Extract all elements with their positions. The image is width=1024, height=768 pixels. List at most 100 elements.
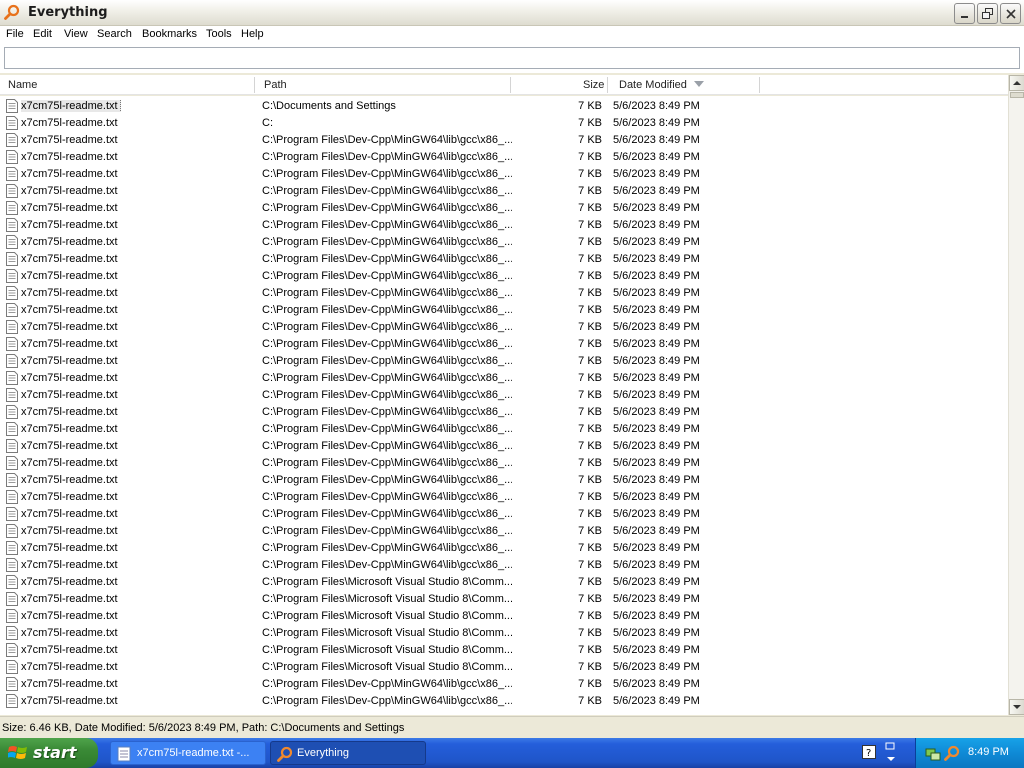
close-button[interactable] [1000, 3, 1021, 24]
column-size[interactable]: Size [583, 75, 604, 95]
text-file-icon [6, 116, 18, 130]
table-row[interactable]: x7cm75l-readme.txt C: 7 KB 5/6/2023 8:49 PM [0, 115, 1008, 132]
minimize-button[interactable] [954, 3, 975, 24]
table-row[interactable]: x7cm75l-readme.txt C:\Program Files\Micro… [0, 574, 1008, 591]
column-date-modified[interactable]: Date Modified [619, 75, 687, 95]
table-row[interactable]: x7cm75l-readme.txt C:\Program Files\Dev-C… [0, 455, 1008, 472]
file-date-modified: 5/6/2023 8:49 PM [613, 559, 700, 571]
table-row[interactable]: x7cm75l-readme.txt C:\Program Files\Dev-C… [0, 472, 1008, 489]
taskbar-item-everything[interactable]: Everything [270, 741, 426, 765]
column-divider[interactable] [607, 77, 608, 93]
table-row[interactable]: x7cm75l-readme.txt C:\Program Files\Micro… [0, 625, 1008, 642]
network-icon[interactable] [925, 745, 941, 761]
table-row[interactable]: x7cm75l-readme.txt C:\Program Files\Dev-C… [0, 285, 1008, 302]
table-row[interactable]: x7cm75l-readme.txt C:\Program Files\Dev-C… [0, 217, 1008, 234]
file-date-modified: 5/6/2023 8:49 PM [613, 202, 700, 214]
table-row[interactable]: x7cm75l-readme.txt C:\Program Files\Dev-C… [0, 166, 1008, 183]
file-size: 7 KB [578, 338, 602, 350]
table-row[interactable]: x7cm75l-readme.txt C:\Program Files\Dev-C… [0, 302, 1008, 319]
file-size: 7 KB [578, 542, 602, 554]
scrollbar-thumb[interactable] [1010, 92, 1024, 98]
table-row[interactable]: x7cm75l-readme.txt C:\Documents and Setti… [0, 98, 1008, 115]
file-size: 7 KB [578, 627, 602, 639]
file-path: C: [262, 117, 273, 129]
file-name: x7cm75l-readme.txt [21, 695, 118, 707]
file-date-modified: 5/6/2023 8:49 PM [613, 491, 700, 503]
menu-help[interactable]: Help [241, 28, 264, 40]
file-name: x7cm75l-readme.txt [21, 678, 118, 690]
file-size: 7 KB [578, 321, 602, 333]
table-row[interactable]: x7cm75l-readme.txt C:\Program Files\Dev-C… [0, 540, 1008, 557]
table-row[interactable]: x7cm75l-readme.txt C:\Program Files\Dev-C… [0, 438, 1008, 455]
chevron-down-icon[interactable] [884, 742, 898, 764]
clock[interactable]: 8:49 PM [968, 746, 1009, 758]
table-row[interactable]: x7cm75l-readme.txt C:\Program Files\Micro… [0, 659, 1008, 676]
column-name[interactable]: Name [8, 75, 37, 95]
file-date-modified: 5/6/2023 8:49 PM [613, 406, 700, 418]
file-name: x7cm75l-readme.txt [21, 542, 118, 554]
table-row[interactable]: x7cm75l-readme.txt C:\Program Files\Dev-C… [0, 693, 1008, 710]
file-date-modified: 5/6/2023 8:49 PM [613, 219, 700, 231]
table-row[interactable]: x7cm75l-readme.txt C:\Program Files\Dev-C… [0, 489, 1008, 506]
taskbar-item-notepad[interactable]: x7cm75l-readme.txt -... [110, 741, 266, 765]
table-row[interactable]: x7cm75l-readme.txt C:\Program Files\Dev-C… [0, 421, 1008, 438]
file-path: C:\Program Files\Dev-Cpp\MinGW64\lib\gcc… [262, 355, 512, 367]
menu-edit[interactable]: Edit [33, 28, 52, 40]
table-row[interactable]: x7cm75l-readme.txt C:\Program Files\Micro… [0, 608, 1008, 625]
menu-search[interactable]: Search [97, 28, 132, 40]
file-path: C:\Program Files\Microsoft Visual Studio… [262, 610, 512, 622]
table-row[interactable]: x7cm75l-readme.txt C:\Program Files\Dev-C… [0, 404, 1008, 421]
scroll-up-button[interactable] [1009, 75, 1024, 91]
file-size: 7 KB [578, 678, 602, 690]
menu-tools[interactable]: Tools [206, 28, 232, 40]
column-divider[interactable] [510, 77, 511, 93]
table-row[interactable]: x7cm75l-readme.txt C:\Program Files\Dev-C… [0, 523, 1008, 540]
search-input[interactable] [4, 47, 1020, 69]
table-row[interactable]: x7cm75l-readme.txt C:\Program Files\Dev-C… [0, 149, 1008, 166]
vertical-scrollbar[interactable] [1008, 75, 1024, 715]
svg-text:?: ? [866, 748, 871, 759]
file-path: C:\Program Files\Dev-Cpp\MinGW64\lib\gcc… [262, 236, 512, 248]
table-row[interactable]: x7cm75l-readme.txt C:\Program Files\Dev-C… [0, 370, 1008, 387]
table-row[interactable]: x7cm75l-readme.txt C:\Program Files\Dev-C… [0, 387, 1008, 404]
table-row[interactable]: x7cm75l-readme.txt C:\Program Files\Dev-C… [0, 251, 1008, 268]
file-name: x7cm75l-readme.txt [21, 100, 251, 112]
file-date-modified: 5/6/2023 8:49 PM [613, 304, 700, 316]
column-path[interactable]: Path [264, 75, 287, 95]
text-file-icon [6, 592, 18, 606]
start-button[interactable]: start [0, 738, 98, 768]
menu-view[interactable]: View [64, 28, 88, 40]
scroll-down-button[interactable] [1009, 699, 1024, 715]
help-icon[interactable]: ? [862, 745, 876, 759]
file-name: x7cm75l-readme.txt [21, 440, 118, 452]
column-divider[interactable] [759, 77, 760, 93]
table-row[interactable]: x7cm75l-readme.txt C:\Program Files\Dev-C… [0, 676, 1008, 693]
file-name: x7cm75l-readme.txt [21, 457, 118, 469]
column-divider[interactable] [254, 77, 255, 93]
restore-button[interactable] [977, 3, 998, 24]
menu-bookmarks[interactable]: Bookmarks [142, 28, 197, 40]
table-row[interactable]: x7cm75l-readme.txt C:\Program Files\Dev-C… [0, 557, 1008, 574]
table-row[interactable]: x7cm75l-readme.txt C:\Program Files\Dev-C… [0, 234, 1008, 251]
file-path: C:\Program Files\Dev-Cpp\MinGW64\lib\gcc… [262, 389, 512, 401]
table-row[interactable]: x7cm75l-readme.txt C:\Program Files\Dev-C… [0, 132, 1008, 149]
window-title: Everything [28, 5, 108, 20]
table-row[interactable]: x7cm75l-readme.txt C:\Program Files\Dev-C… [0, 268, 1008, 285]
file-path: C:\Program Files\Dev-Cpp\MinGW64\lib\gcc… [262, 525, 512, 537]
table-row[interactable]: x7cm75l-readme.txt C:\Program Files\Dev-C… [0, 200, 1008, 217]
table-row[interactable]: x7cm75l-readme.txt C:\Program Files\Micro… [0, 591, 1008, 608]
file-size: 7 KB [578, 219, 602, 231]
magnifier-icon[interactable] [944, 745, 960, 761]
text-file-icon [6, 558, 18, 572]
menu-file[interactable]: File [6, 28, 24, 40]
table-row[interactable]: x7cm75l-readme.txt C:\Program Files\Dev-C… [0, 353, 1008, 370]
title-bar[interactable]: Everything [0, 0, 1024, 26]
table-row[interactable]: x7cm75l-readme.txt C:\Program Files\Dev-C… [0, 336, 1008, 353]
file-path: C:\Program Files\Dev-Cpp\MinGW64\lib\gcc… [262, 270, 512, 282]
table-row[interactable]: x7cm75l-readme.txt C:\Program Files\Dev-C… [0, 506, 1008, 523]
table-row[interactable]: x7cm75l-readme.txt C:\Program Files\Dev-C… [0, 319, 1008, 336]
file-date-modified: 5/6/2023 8:49 PM [613, 236, 700, 248]
table-row[interactable]: x7cm75l-readme.txt C:\Program Files\Dev-C… [0, 183, 1008, 200]
results-list[interactable]: x7cm75l-readme.txt C:\Documents and Setti… [0, 96, 1008, 715]
table-row[interactable]: x7cm75l-readme.txt C:\Program Files\Micro… [0, 642, 1008, 659]
